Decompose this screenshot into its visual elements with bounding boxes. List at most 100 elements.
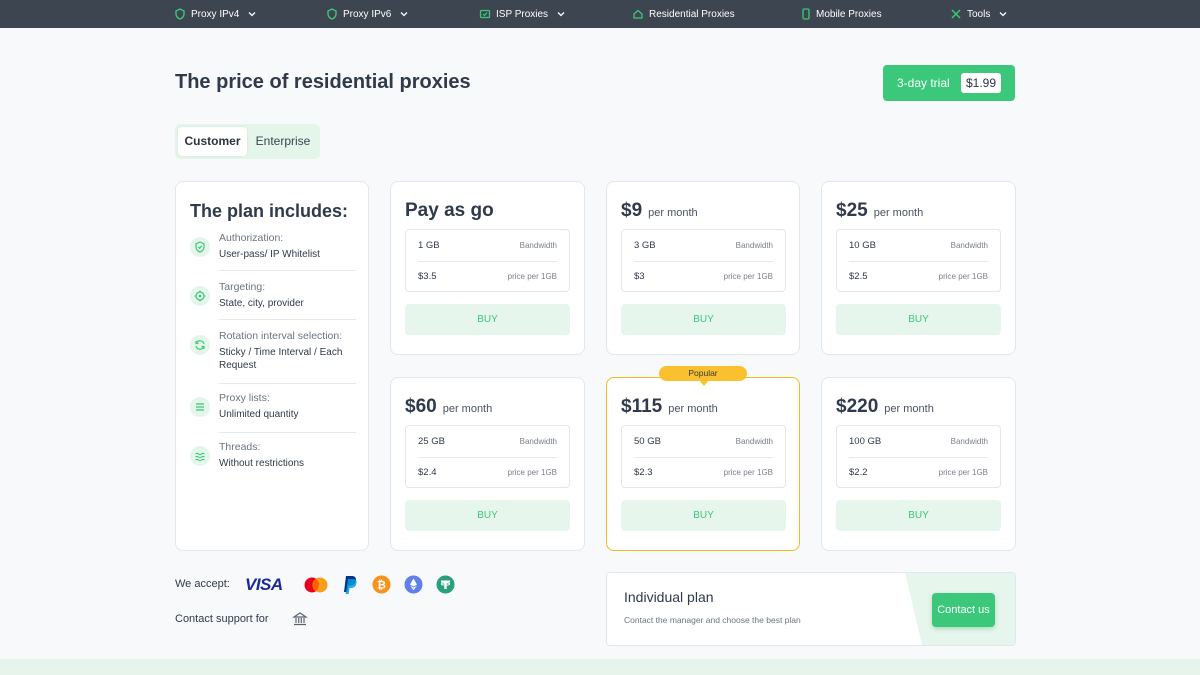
feature-label: Proxy lists: (219, 392, 270, 404)
per-gb-value: $2.4 (418, 467, 437, 478)
per-gb-value: $2.2 (849, 467, 868, 478)
bandwidth-label: Bandwidth (519, 437, 557, 446)
trial-button[interactable]: 3-day trial $1.99 (883, 65, 1015, 101)
target-icon (190, 286, 210, 306)
per-gb-label: price per 1GB (938, 272, 988, 281)
pricing-card-60: $60 per month 25 GB Bandwidth $2.4 price p… (390, 377, 585, 551)
bandwidth-value: 50 GB (634, 436, 661, 447)
proxy-icon (327, 8, 337, 20)
bandwidth-value: 10 GB (849, 240, 876, 251)
bandwidth-label: Bandwidth (519, 241, 557, 250)
nav-label: Proxy IPv4 (191, 8, 240, 20)
tab-customer[interactable]: Customer (178, 127, 247, 156)
feature-label: Authorization: (219, 232, 284, 244)
bandwidth-label: Bandwidth (735, 437, 773, 446)
plan-price: $9 (621, 200, 643, 221)
home-icon (633, 9, 643, 19)
support-label: Contact support for (175, 613, 269, 625)
bank-icon[interactable] (289, 609, 311, 629)
per-gb-label: price per 1GB (723, 272, 773, 281)
bandwidth-value: 25 GB (418, 436, 445, 447)
plan-price: $115 (621, 396, 663, 417)
feature-divider (219, 432, 356, 433)
plan-details: 3 GB Bandwidth $3 price per 1GB (621, 229, 786, 292)
plan-price: $60 (405, 396, 437, 417)
plan-details: 50 GB Bandwidth $2.3 price per 1GB (621, 425, 786, 488)
buy-button[interactable]: BUY (621, 304, 786, 335)
trial-label: 3-day trial (897, 76, 950, 90)
plan-period: per month (884, 403, 934, 415)
plan-features-card: The plan includes: Authorization: User-p… (175, 181, 369, 551)
nav-label: Residential Proxies (649, 8, 735, 20)
feature-value: Without restrictions (219, 458, 305, 469)
popular-badge: Popular (659, 366, 747, 381)
per-gb-value: $3.5 (418, 271, 437, 282)
per-gb-label: price per 1GB (723, 468, 773, 477)
popular-badge-pointer (699, 380, 709, 386)
plan-details: 25 GB Bandwidth $2.4 price per 1GB (405, 425, 570, 488)
plan-price: $220 (836, 396, 879, 417)
feature-value: User-pass/ IP Whitelist (219, 249, 320, 260)
plan-details: 10 GB Bandwidth $2.5 price per 1GB (836, 229, 1001, 292)
feature-value: Unlimited quantity (219, 409, 299, 420)
per-gb-value: $3 (634, 271, 645, 282)
pricing-card-pay-as-go: Pay as go 1 GB Bandwidth $3.5 price per 1G… (390, 181, 585, 355)
page-title: The price of residential proxies (175, 71, 471, 93)
rotate-icon (190, 335, 210, 355)
feature-label: Threads: (219, 441, 261, 453)
list-icon (190, 397, 210, 417)
plan-period: per month (873, 207, 924, 219)
plan-price: $25 (836, 200, 868, 221)
nav-label: Tools (967, 8, 991, 20)
buy-button[interactable]: BUY (621, 500, 786, 531)
nav-item-proxy-ipv4[interactable]: Proxy IPv4 (174, 0, 256, 28)
nav-item-proxy-ipv6[interactable]: Proxy IPv6 (326, 0, 408, 28)
top-nav: Proxy IPv4 Proxy IPv6 ISP Proxies Reside… (0, 0, 1200, 28)
feature-divider (219, 319, 356, 320)
waves-icon (190, 446, 210, 466)
bottom-section-strip (0, 659, 1200, 675)
shield-check-icon (190, 237, 210, 257)
nav-item-residential-proxies[interactable]: Residential Proxies (632, 0, 735, 28)
feature-value: State, city, provider (219, 298, 304, 309)
plan-features-title: The plan includes: (190, 201, 349, 221)
bandwidth-value: 3 GB (634, 240, 656, 251)
bandwidth-label: Bandwidth (950, 437, 988, 446)
paypal-icon (344, 576, 357, 594)
nav-item-mobile-proxies[interactable]: Mobile Proxies (801, 0, 882, 28)
bandwidth-value: 100 GB (849, 436, 882, 447)
mobile-icon (802, 8, 810, 20)
pricing-card-25: $25 per month 10 GB Bandwidth $2.5 price p… (821, 181, 1016, 355)
per-gb-value: $2.3 (634, 467, 653, 478)
contact-us-button[interactable]: Contact us (932, 593, 995, 627)
tools-icon (951, 9, 961, 19)
svg-text:₿: ₿ (377, 580, 386, 592)
feature-label: Targeting: (219, 281, 266, 293)
bandwidth-value: 1 GB (418, 240, 440, 251)
feature-divider (219, 270, 356, 271)
per-gb-value: $2.5 (849, 271, 868, 282)
pricing-card-9: $9 per month 3 GB Bandwidth $3 price per 1… (606, 181, 800, 355)
plan-details: 100 GB Bandwidth $2.2 price per 1GB (836, 425, 1001, 488)
tab-enterprise[interactable]: Enterprise (251, 127, 315, 156)
feature-label: Rotation interval selection: (219, 330, 343, 342)
per-gb-label: price per 1GB (507, 468, 557, 477)
visa-icon: VISA (245, 575, 283, 594)
nav-item-tools[interactable]: Tools (950, 0, 1007, 28)
plan-period: per month (648, 207, 698, 219)
chevron-down-icon (400, 12, 408, 17)
bandwidth-label: Bandwidth (735, 241, 773, 250)
buy-button[interactable]: BUY (836, 500, 1001, 531)
pricing-card-115: $115 per month 50 GB Bandwidth $2.3 price … (606, 377, 800, 551)
buy-button[interactable]: BUY (836, 304, 1001, 335)
nav-item-isp-proxies[interactable]: ISP Proxies (479, 0, 565, 28)
mastercard-icon (304, 577, 328, 593)
bitcoin-icon: ₿ (372, 575, 391, 594)
chevron-down-icon (999, 12, 1007, 17)
bandwidth-label: Bandwidth (950, 241, 988, 250)
isp-icon (479, 9, 491, 19)
nav-label: Mobile Proxies (816, 8, 882, 20)
buy-button[interactable]: BUY (405, 500, 570, 531)
plan-period: per month (442, 403, 493, 415)
buy-button[interactable]: BUY (405, 304, 570, 335)
